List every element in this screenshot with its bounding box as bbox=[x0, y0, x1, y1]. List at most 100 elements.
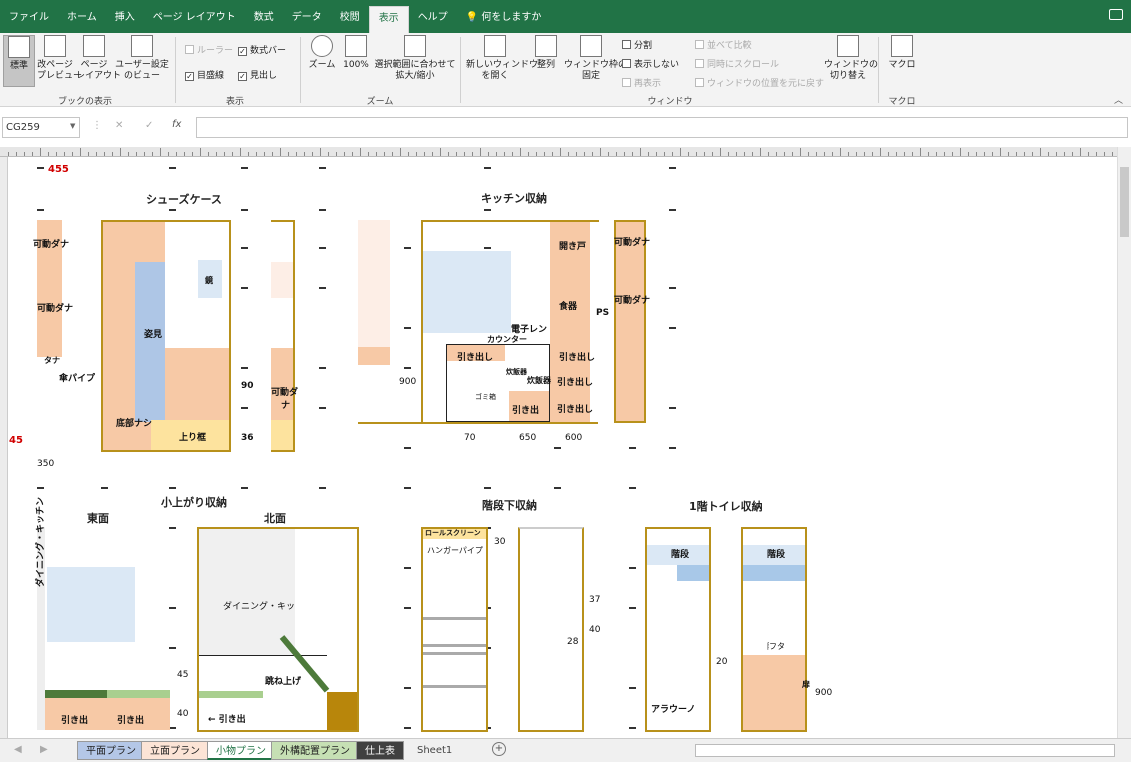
tab-data[interactable]: データ bbox=[283, 0, 331, 33]
new-window-button[interactable]: 新しいウィンドウ を開く bbox=[466, 35, 538, 91]
zoom-100-button[interactable]: 100% bbox=[340, 35, 372, 87]
gridlines-checkbox[interactable]: ✓ 目盛線 bbox=[185, 68, 224, 81]
worksheet-canvas[interactable]: 455 45 シューズケース 可動ダナ 可動ダナ タナ 傘パイプ 姿見 鏡 底部… bbox=[9, 157, 1117, 738]
page-guide-mark bbox=[484, 487, 491, 489]
next-sheet-icon[interactable]: ▶ bbox=[40, 744, 48, 755]
hide-window-button[interactable]: 表示しない bbox=[622, 57, 679, 70]
normal-view-button[interactable]: 標準 bbox=[3, 35, 35, 87]
macros-button[interactable]: マクロ bbox=[884, 35, 920, 91]
ruler-tick bbox=[1032, 152, 1033, 156]
zoom-button[interactable]: ズーム bbox=[306, 35, 338, 87]
sheet-tab-komono[interactable]: 小物プラン bbox=[207, 741, 275, 760]
insert-function-icon[interactable]: fx bbox=[172, 119, 181, 130]
ruler-tick bbox=[1000, 148, 1001, 156]
shelf-1 bbox=[423, 617, 486, 620]
ruler-tick bbox=[96, 152, 97, 156]
sync-scroll-button[interactable]: 同時にスクロール bbox=[695, 57, 779, 70]
vertical-scrollbar[interactable] bbox=[1117, 147, 1131, 738]
tab-file[interactable]: ファイル bbox=[0, 0, 58, 33]
page-layout-view-button[interactable]: ページ レイアウト bbox=[76, 35, 121, 87]
split-button[interactable]: 分割 bbox=[622, 38, 652, 51]
page-guide-mark bbox=[101, 487, 108, 489]
horizontal-scrollbar[interactable] bbox=[695, 744, 1115, 757]
tab-page-layout[interactable]: ページ レイアウト bbox=[144, 0, 245, 33]
dim-36: 36 bbox=[241, 433, 254, 443]
ruler-tick bbox=[320, 148, 321, 156]
mirror-panel bbox=[135, 262, 165, 422]
ruler-tick bbox=[952, 152, 953, 156]
ruler-tick bbox=[336, 152, 337, 156]
ruler-tick bbox=[88, 152, 89, 156]
sheet-tab-sheet1[interactable]: Sheet1 bbox=[409, 741, 460, 760]
ruler-tick bbox=[416, 152, 417, 156]
ruler-tick bbox=[560, 148, 561, 156]
ruler-tick bbox=[736, 152, 737, 156]
switch-windows-button[interactable]: ウィンドウの 切り替え bbox=[824, 35, 878, 91]
prev-sheet-icon[interactable]: ◀ bbox=[14, 744, 22, 755]
ruler-tick bbox=[944, 152, 945, 156]
freeze-panes-button[interactable]: ウィンドウ枠の 固定 bbox=[564, 35, 627, 91]
cancel-icon[interactable]: ✕ bbox=[115, 120, 123, 131]
page-guide-mark bbox=[241, 247, 248, 249]
view-side-by-side-button[interactable]: 並べて比較 bbox=[695, 38, 752, 51]
headings-checkbox[interactable]: ✓ 見出し bbox=[238, 68, 277, 81]
page-guide-mark bbox=[404, 567, 411, 569]
tab-formulas[interactable]: 数式 bbox=[245, 0, 283, 33]
kitchen-storage-title: キッチン収納 bbox=[481, 192, 547, 205]
unhide-label: 再表示 bbox=[634, 79, 662, 89]
sheet-tab-heimen[interactable]: 平面プラン bbox=[77, 741, 145, 760]
ruler-tick bbox=[104, 152, 105, 156]
ruler-tick bbox=[576, 152, 577, 156]
tab-home[interactable]: ホーム bbox=[58, 0, 106, 33]
formula-bar-checkbox[interactable]: ✓ 数式バー bbox=[238, 43, 286, 56]
ruler-tick bbox=[872, 152, 873, 156]
ruler-tick bbox=[384, 152, 385, 156]
ruler-tick bbox=[424, 152, 425, 156]
custom-views-button[interactable]: ユーザー設定 のビュー bbox=[114, 35, 170, 87]
name-box[interactable]: CG259 bbox=[2, 117, 80, 138]
ruler-tick bbox=[72, 152, 73, 156]
group-macros: マクロ bbox=[888, 97, 916, 107]
tab-help[interactable]: ヘルプ bbox=[409, 0, 457, 33]
north-wall bbox=[199, 529, 295, 655]
sheet-tab-ritsumen[interactable]: 立面プラン bbox=[141, 741, 209, 760]
ruler-tick bbox=[512, 152, 513, 156]
green-board bbox=[45, 690, 107, 698]
shelf-3 bbox=[423, 652, 486, 655]
dim-20: 20 bbox=[716, 657, 728, 667]
collapse-ribbon-icon[interactable]: ︿ bbox=[1114, 93, 1123, 106]
page-guide-mark bbox=[554, 447, 561, 449]
name-box-dropdown-icon[interactable]: ▼ bbox=[70, 122, 75, 130]
tab-review[interactable]: 校閲 bbox=[331, 0, 369, 33]
east-window bbox=[47, 567, 135, 642]
ruler-checkbox[interactable]: ルーラー bbox=[185, 43, 233, 56]
tell-me-box[interactable]: 💡 何をしますか bbox=[457, 0, 551, 33]
page-break-preview-button[interactable]: 改ページ プレビュー bbox=[37, 35, 82, 87]
ruler-tick bbox=[816, 152, 817, 156]
umbrella-area bbox=[37, 357, 62, 420]
tab-insert[interactable]: 挿入 bbox=[106, 0, 144, 33]
sheet-tab-gaikou[interactable]: 外構配置プラン bbox=[271, 741, 359, 760]
ruler-tick bbox=[24, 152, 25, 156]
page-guide-mark bbox=[629, 687, 636, 689]
toilet-cabinet bbox=[743, 655, 805, 730]
reset-window-position-button[interactable]: ウィンドウの位置を元に戻す bbox=[695, 76, 824, 89]
formula-input[interactable] bbox=[196, 117, 1128, 138]
label-arauu: アラウーノ bbox=[651, 705, 696, 715]
tell-me-label: 何をしますか bbox=[481, 12, 542, 23]
comment-icon[interactable] bbox=[1109, 9, 1123, 20]
unhide-window-button[interactable]: 再表示 bbox=[622, 76, 661, 89]
ruler-tick bbox=[400, 148, 401, 156]
enter-icon[interactable]: ✓ bbox=[145, 120, 153, 131]
check-icon: ✓ bbox=[185, 72, 194, 81]
scroll-thumb[interactable] bbox=[1120, 167, 1129, 237]
arrange-all-button[interactable]: 整列 bbox=[530, 35, 562, 87]
freeze-panes-label: ウィンドウ枠の 固定 bbox=[564, 60, 628, 81]
tab-view[interactable]: 表示 bbox=[368, 6, 409, 33]
zoom-to-selection-button[interactable]: 選択範囲に合わせて 拡大/縮小 bbox=[374, 35, 456, 87]
add-sheet-icon[interactable]: + bbox=[492, 742, 506, 756]
light-green-board bbox=[107, 690, 170, 698]
north-face-frame bbox=[197, 527, 359, 732]
ruler-tick bbox=[344, 152, 345, 156]
sheet-tab-shiage[interactable]: 仕上表 bbox=[356, 741, 404, 760]
